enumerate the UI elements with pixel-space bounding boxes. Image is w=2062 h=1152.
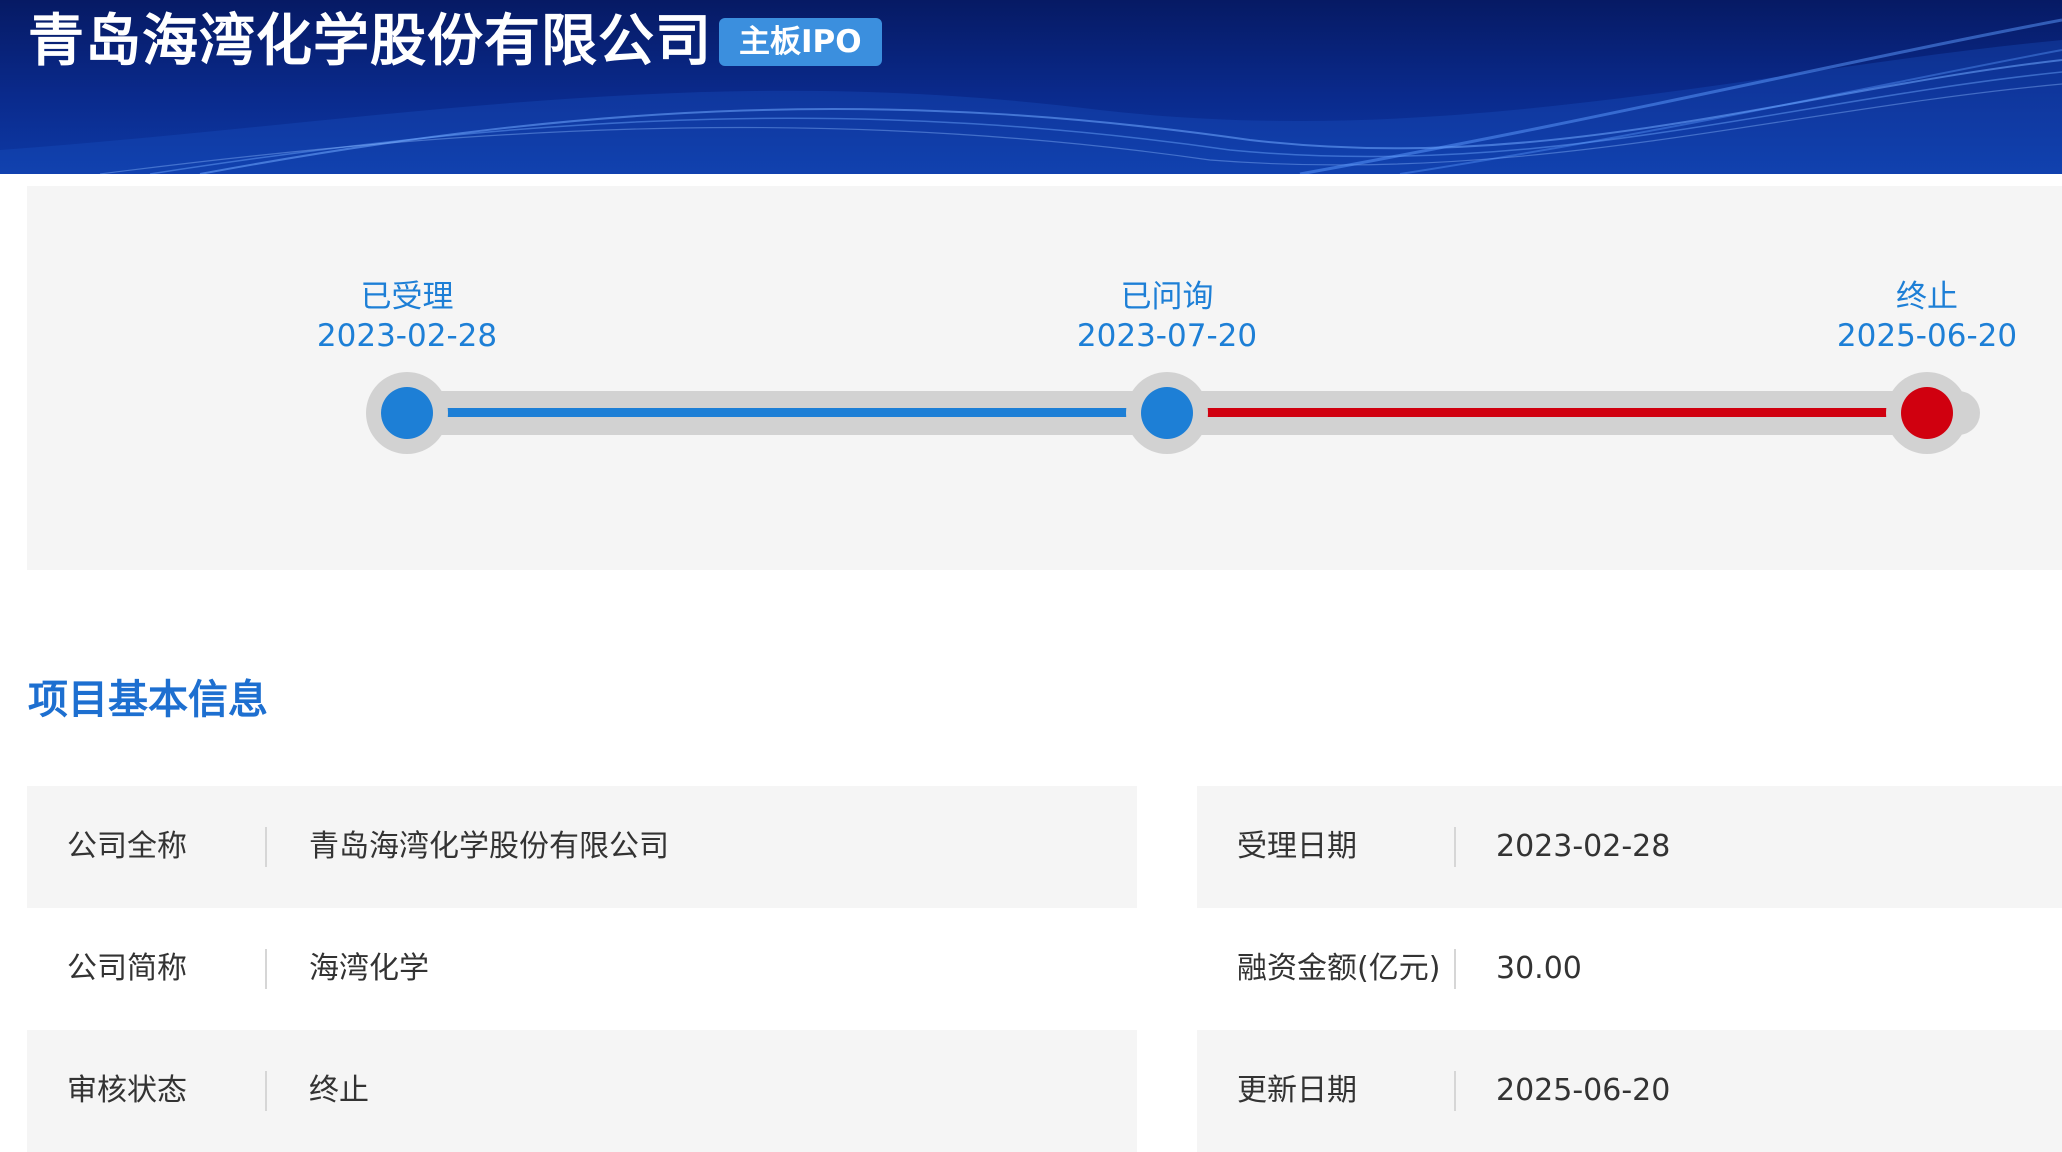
header-banner: 青岛海湾化学股份有限公司 主板IPO — [0, 0, 2062, 174]
info-row-accept-date: 受理日期 2023-02-28 — [1197, 786, 2062, 908]
info-row-review-status: 审核状态 终止 — [27, 1030, 1137, 1152]
stage-date-inquired: 2023-07-20 — [1076, 318, 1258, 354]
timeline-segment-terminated — [1194, 408, 1954, 417]
info-table-left: 公司全称 青岛海湾化学股份有限公司 公司简称 海湾化学 审核状态 终止 — [27, 786, 1137, 1152]
stage-node-accepted — [366, 372, 448, 454]
ipo-project-page: 青岛海湾化学股份有限公司 主板IPO 已受理 2023-02-28 已问询 20… — [0, 0, 2062, 1152]
stage-name-accepted: 已受理 — [360, 279, 454, 315]
info-value: 30.00 — [1496, 951, 1582, 986]
info-value: 2025-06-20 — [1496, 1073, 1671, 1108]
info-label: 受理日期 — [1197, 825, 1456, 869]
info-label: 公司简称 — [27, 947, 267, 991]
info-value: 2023-02-28 — [1496, 829, 1671, 864]
company-title: 青岛海湾化学股份有限公司 — [28, 9, 712, 74]
timeline-segment-completed — [407, 408, 1194, 417]
info-label: 融资金额(亿元) — [1197, 947, 1456, 991]
info-row-full-name: 公司全称 青岛海湾化学股份有限公司 — [27, 786, 1137, 908]
info-label: 公司全称 — [27, 825, 267, 869]
stage-node-inquired — [1126, 372, 1208, 454]
stage-node-terminated — [1886, 372, 1968, 454]
info-label: 更新日期 — [1197, 1069, 1456, 1113]
info-value: 海湾化学 — [309, 951, 429, 986]
stage-name-inquired: 已问询 — [1120, 279, 1214, 315]
info-value: 终止 — [309, 1073, 369, 1108]
section-title-basic-info: 项目基本信息 — [28, 677, 268, 723]
board-type-badge: 主板IPO — [719, 18, 882, 66]
info-row-update-date: 更新日期 2025-06-20 — [1197, 1030, 2062, 1152]
stage-date-accepted: 2023-02-28 — [316, 318, 498, 354]
stage-name-terminated: 终止 — [1896, 279, 1958, 315]
stage-date-terminated: 2025-06-20 — [1836, 318, 2018, 354]
info-value: 青岛海湾化学股份有限公司 — [309, 829, 669, 864]
info-row-financing-amount: 融资金额(亿元) 30.00 — [1197, 908, 2062, 1030]
stage-dot — [1141, 387, 1193, 439]
info-row-short-name: 公司简称 海湾化学 — [27, 908, 1137, 1030]
info-label: 审核状态 — [27, 1069, 267, 1113]
stage-dot — [381, 387, 433, 439]
info-table-right: 受理日期 2023-02-28 融资金额(亿元) 30.00 更新日期 2025… — [1197, 786, 2062, 1152]
progress-timeline: 已受理 2023-02-28 已问询 2023-07-20 终止 2025-06… — [27, 186, 2062, 570]
stage-dot — [1901, 387, 1953, 439]
